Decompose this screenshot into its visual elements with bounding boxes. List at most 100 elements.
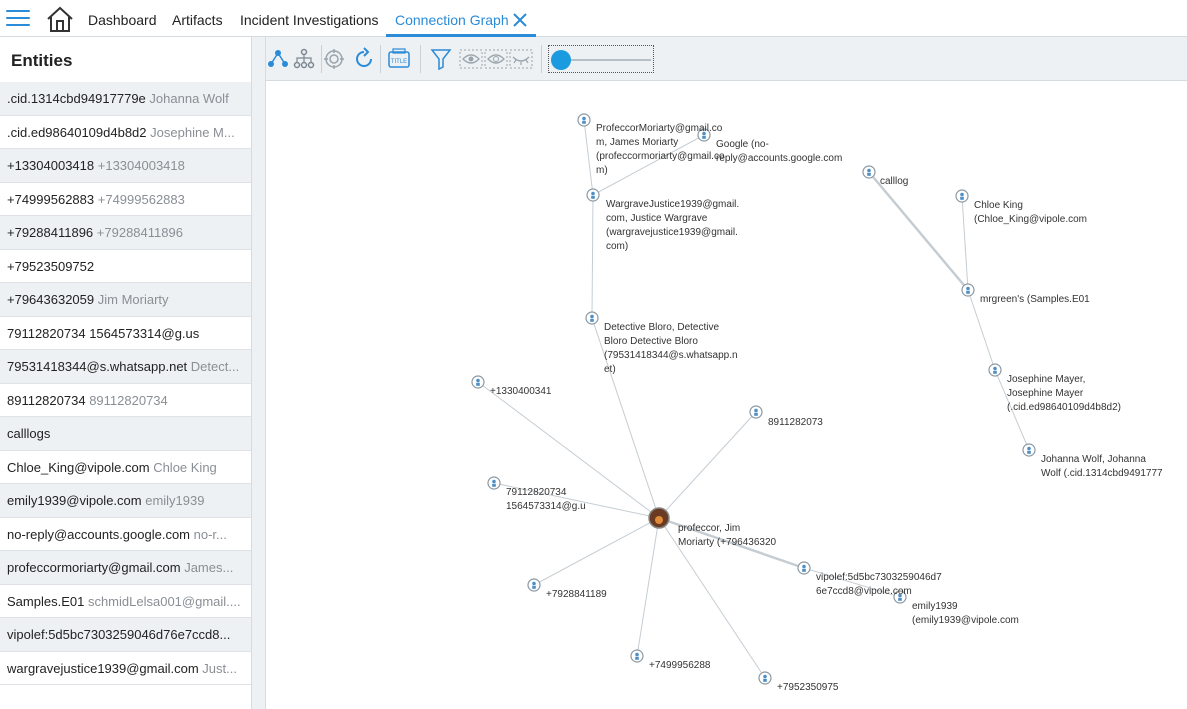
person-head-icon bbox=[582, 116, 586, 121]
entity-primary-text: +79523509752 bbox=[7, 258, 95, 274]
toolbar-separator bbox=[420, 45, 421, 73]
person-body-icon bbox=[582, 120, 586, 124]
tab-incident-investigations[interactable]: Incident Investigations bbox=[240, 12, 379, 28]
entity-list-item[interactable]: Samples.E01 schmidLelsa001@gmail.... bbox=[0, 584, 251, 618]
entity-primary-text: +79643632059 bbox=[7, 292, 95, 307]
graph-node[interactable] bbox=[955, 189, 969, 203]
entity-primary-text: emily1939@vipole.com bbox=[7, 493, 142, 508]
entity-secondary-text: Johanna Wolf bbox=[149, 91, 229, 106]
graph-edge bbox=[961, 195, 969, 291]
entity-primary-text: vipolef:5d5bc7303259046d76e7ccd8... bbox=[7, 627, 231, 642]
entity-list-item[interactable]: +79288411896 +79288411896 bbox=[0, 216, 251, 250]
entity-list-item[interactable]: calllogs bbox=[0, 417, 251, 451]
graph-node-label: emily1939 (emily1939@vipole.com bbox=[912, 601, 1019, 626]
title-icon-text: TITLE bbox=[391, 59, 407, 65]
person-head-icon bbox=[960, 192, 964, 197]
entity-list-item[interactable]: vipolef:5d5bc7303259046d76e7ccd8... bbox=[0, 618, 251, 652]
person-body-icon bbox=[867, 172, 871, 176]
toolbar-separator bbox=[541, 45, 542, 73]
graph-node[interactable] bbox=[988, 363, 1002, 377]
graph-node[interactable] bbox=[585, 311, 599, 325]
graph-node[interactable] bbox=[961, 283, 975, 297]
person-body-icon bbox=[966, 290, 970, 294]
graph-node-center[interactable] bbox=[648, 507, 670, 529]
target-icon[interactable] bbox=[322, 47, 346, 71]
entity-primary-text: .cid.ed98640109d4b8d2 bbox=[7, 124, 147, 140]
graph-node[interactable] bbox=[630, 649, 644, 663]
graph-edge bbox=[636, 517, 660, 657]
entity-list-item[interactable]: +79643632059 Jim Moriarty bbox=[0, 283, 251, 317]
home-icon[interactable] bbox=[46, 6, 74, 32]
graph-node[interactable] bbox=[749, 405, 763, 419]
connection-graph-canvas[interactable]: profeccor, Jim Moriarty (+796436320 Profe… bbox=[266, 82, 1187, 709]
layout-tree-icon[interactable] bbox=[266, 47, 290, 71]
graph-node-label: +7928841189 bbox=[546, 589, 607, 600]
graph-node[interactable] bbox=[471, 375, 485, 389]
person-body-icon bbox=[635, 656, 639, 660]
hide-icon[interactable] bbox=[509, 47, 533, 71]
graph-node-label: ProfeccorMoriarty@gmail.co m, James Mori… bbox=[596, 123, 725, 176]
entity-secondary-text: Jim Moriarty bbox=[97, 292, 169, 307]
entity-list-item[interactable]: emily1939@vipole.com emily1939 bbox=[0, 484, 251, 518]
graph-node[interactable] bbox=[527, 578, 541, 592]
graph-node[interactable] bbox=[577, 113, 591, 127]
entity-secondary-text: +13304003418 bbox=[97, 158, 185, 173]
zoom-slider-track bbox=[561, 59, 651, 61]
entity-list-item[interactable]: wargravejustice1939@gmail.com Just... bbox=[0, 651, 251, 685]
person-body-icon bbox=[960, 196, 964, 200]
graph-node[interactable] bbox=[797, 561, 811, 575]
graph-edge bbox=[591, 194, 594, 319]
zoom-slider[interactable] bbox=[548, 45, 654, 73]
graph-node[interactable] bbox=[487, 476, 501, 490]
person-body-icon bbox=[763, 678, 767, 682]
avatar-face-icon bbox=[655, 516, 663, 524]
graph-node-label: Johanna Wolf, Johanna Wolf (.cid.1314cbd… bbox=[1041, 454, 1163, 479]
tab-artifacts[interactable]: Artifacts bbox=[172, 12, 223, 28]
graph-edge bbox=[868, 171, 969, 291]
entity-primary-text: 89112820734 bbox=[7, 392, 86, 408]
graph-node[interactable] bbox=[862, 165, 876, 179]
entity-list-item[interactable]: +79523509752 bbox=[0, 249, 251, 283]
graph-node-label: vipolef:5d5bc7303259046d7 6e7ccd8@vipole… bbox=[816, 572, 942, 597]
person-head-icon bbox=[754, 408, 758, 413]
person-body-icon bbox=[993, 370, 997, 374]
graph-node-label: profeccor, Jim Moriarty (+796436320 bbox=[678, 523, 777, 548]
entity-list-item[interactable]: Chloe_King@vipole.com Chloe King bbox=[0, 450, 251, 484]
person-body-icon bbox=[532, 585, 536, 589]
show-selected-icon[interactable] bbox=[484, 47, 508, 71]
entity-list-item[interactable]: 89112820734 89112820734 bbox=[0, 383, 251, 417]
menu-icon[interactable] bbox=[6, 10, 30, 28]
layout-hierarchy-icon[interactable] bbox=[292, 47, 316, 71]
title-icon[interactable]: TITLE bbox=[387, 47, 411, 71]
refresh-icon[interactable] bbox=[352, 47, 376, 71]
entity-list-item[interactable]: no-reply@accounts.google.com no-r... bbox=[0, 517, 251, 551]
entity-list-item[interactable]: +74999562883 +74999562883 bbox=[0, 182, 251, 216]
entity-list-item[interactable]: profeccormoriarty@gmail.com James... bbox=[0, 551, 251, 585]
graph-node[interactable] bbox=[758, 671, 772, 685]
entity-list-item[interactable]: 79531418344@s.whatsapp.net Detect... bbox=[0, 350, 251, 384]
entity-list-item[interactable]: .cid.ed98640109d4b8d2 Josephine M... bbox=[0, 115, 251, 149]
graph-toolbar: TITLE bbox=[266, 37, 1187, 81]
person-body-icon bbox=[754, 412, 758, 416]
close-tab-icon[interactable] bbox=[512, 12, 528, 28]
filter-icon[interactable] bbox=[429, 47, 453, 71]
show-all-icon[interactable] bbox=[459, 47, 483, 71]
entity-primary-text: 79112820734 bbox=[7, 325, 86, 341]
zoom-slider-thumb[interactable] bbox=[551, 50, 571, 70]
tab-dashboard[interactable]: Dashboard bbox=[88, 12, 157, 28]
graph-node-label: calllog bbox=[880, 176, 909, 187]
entity-list-item[interactable]: .cid.1314cbd94917779e Johanna Wolf bbox=[0, 82, 251, 116]
person-head-icon bbox=[763, 674, 767, 679]
graph-node-label: +1330400341 bbox=[490, 386, 552, 397]
person-head-icon bbox=[476, 378, 480, 383]
entity-list-item[interactable]: 79112820734 1564573314@g.us bbox=[0, 316, 251, 350]
graph-node[interactable] bbox=[1022, 443, 1036, 457]
top-tab-bar: Dashboard Artifacts Incident Investigati… bbox=[0, 0, 1187, 37]
graph-node-label: 79112820734 1564573314@g.u bbox=[506, 487, 586, 512]
graph-edge bbox=[533, 517, 660, 586]
graph-node[interactable] bbox=[586, 188, 600, 202]
entity-list-item[interactable]: +13304003418 +13304003418 bbox=[0, 149, 251, 183]
entity-secondary-text: no-r... bbox=[193, 526, 227, 542]
panel-splitter[interactable] bbox=[252, 37, 266, 709]
tab-connection-graph[interactable]: Connection Graph bbox=[395, 12, 509, 28]
